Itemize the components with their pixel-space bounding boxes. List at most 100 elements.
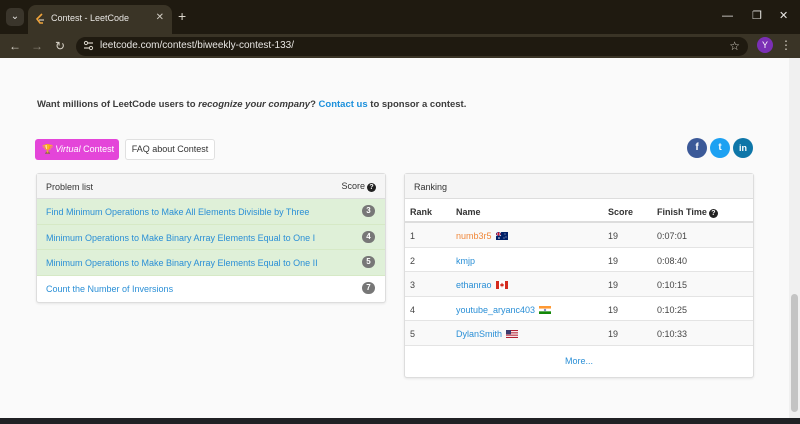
- tab-search-chevron-icon[interactable]: ⌄: [6, 8, 24, 26]
- sponsor-prefix: Want millions of LeetCode users to: [37, 99, 199, 110]
- user-name-cell: youtube_aryanc403: [456, 305, 552, 315]
- url-text: leetcode.com/contest/biweekly-contest-13…: [100, 40, 294, 51]
- sponsor-suffix: to sponsor a contest.: [367, 99, 467, 110]
- scrollbar-thumb[interactable]: [791, 294, 798, 412]
- problem-row[interactable]: Count the Number of Inversions 7: [37, 276, 385, 302]
- user-link[interactable]: kmjp: [456, 256, 475, 266]
- finish-time-cell: 0:10:15: [657, 280, 688, 290]
- site-info-icon[interactable]: [83, 40, 94, 52]
- restore-icon[interactable]: ❐: [752, 8, 762, 24]
- ranking-title: Ranking: [414, 182, 448, 192]
- rank-column-header: Rank: [410, 207, 433, 217]
- user-name-cell: ethanrao: [456, 280, 508, 290]
- tab-title: Contest - LeetCode: [51, 13, 130, 23]
- finish-time-cell: 0:08:40: [657, 255, 688, 266]
- problem-link[interactable]: Find Minimum Operations to Make All Elem…: [46, 207, 309, 217]
- finish-time-cell: 0:07:01: [657, 231, 688, 241]
- tab-close-icon[interactable]: ✕: [156, 12, 164, 23]
- sponsor-emphasis: recognize your company: [198, 99, 311, 110]
- browser-menu-icon[interactable]: ⋮: [780, 36, 792, 54]
- forward-icon[interactable]: →: [28, 37, 46, 55]
- ranking-row: 4 youtube_aryanc403 19 0:10:25: [405, 297, 753, 321]
- ranking-table-header: Rank Name Score Finish Time?: [405, 199, 753, 223]
- problem-row[interactable]: Find Minimum Operations to Make All Elem…: [37, 199, 385, 225]
- minimize-icon[interactable]: —: [722, 8, 733, 24]
- address-bar[interactable]: leetcode.com/contest/biweekly-contest-13…: [76, 37, 748, 56]
- problem-link[interactable]: Count the Number of Inversions: [46, 284, 173, 294]
- faq-about-contest-button[interactable]: FAQ about Contest: [125, 139, 215, 160]
- user-name-cell: DylanSmith: [456, 329, 519, 339]
- user-link[interactable]: numb3r5: [456, 231, 492, 241]
- problem-score-badge: 7: [362, 281, 375, 294]
- rank-cell: 4: [410, 304, 416, 315]
- problem-row[interactable]: Minimum Operations to Make Binary Array …: [37, 250, 385, 276]
- ranking-panel: Ranking Rank Name Score Finish Time? 1 n…: [404, 173, 754, 378]
- india-flag-icon: [539, 305, 552, 314]
- facebook-icon[interactable]: f: [687, 138, 707, 158]
- finish-time-column-header: Finish Time?: [657, 207, 718, 218]
- tab-strip: ⌄ Contest - LeetCode ✕ + — ❐ ✕: [0, 0, 800, 34]
- problem-list-title: Problem list: [46, 182, 94, 192]
- virtual-contest-button[interactable]: 🏆 Virtual Contest: [35, 139, 119, 160]
- score-column-header: Score: [608, 207, 634, 217]
- more-rankings-link[interactable]: More...: [405, 356, 753, 366]
- profile-avatar[interactable]: Y: [757, 37, 773, 53]
- problem-link[interactable]: Minimum Operations to Make Binary Array …: [46, 258, 318, 268]
- problem-score-badge: 3: [362, 205, 375, 217]
- ranking-row: 3 ethanrao 19 0:10:15: [405, 272, 753, 297]
- user-name-cell: numb3r5: [456, 231, 508, 241]
- contest-label: Contest: [80, 144, 115, 154]
- sponsor-message: Want millions of LeetCode users to recog…: [37, 99, 466, 110]
- ranking-row: 5 DylanSmith 19 0:10:33: [405, 321, 753, 346]
- problem-score-badge: 4: [362, 230, 375, 243]
- ranking-row: 2 kmjp 19 0:08:40: [405, 248, 753, 272]
- page-content: Want millions of LeetCode users to recog…: [0, 58, 789, 418]
- trophy-icon: 🏆: [42, 144, 54, 154]
- rank-cell: 2: [410, 255, 416, 266]
- score-cell: 19: [608, 304, 619, 315]
- score-help-icon[interactable]: ?: [367, 183, 376, 192]
- window-close-icon[interactable]: ✕: [779, 8, 788, 24]
- browser-toolbar: ← → ↻ leetcode.com/contest/biweekly-cont…: [0, 34, 800, 58]
- user-link[interactable]: ethanrao: [456, 280, 492, 290]
- problem-score-badge: 5: [362, 256, 375, 268]
- ranking-row: 1 numb3r5 19 0:07:01: [405, 223, 753, 248]
- rank-cell: 5: [410, 329, 416, 339]
- tab-contest-leetcode[interactable]: Contest - LeetCode ✕: [28, 5, 172, 34]
- virtual-label: Virtual: [55, 144, 81, 154]
- window-bottom-edge: [0, 418, 800, 424]
- user-link[interactable]: youtube_aryanc403: [456, 305, 535, 315]
- problem-list-panel: Problem list Score? Find Minimum Operati…: [36, 173, 386, 303]
- page-scrollbar[interactable]: [789, 58, 800, 418]
- new-tab-icon[interactable]: +: [178, 8, 186, 24]
- linkedin-icon[interactable]: in: [733, 138, 753, 158]
- problem-row[interactable]: Minimum Operations to Make Binary Array …: [37, 224, 385, 250]
- user-link[interactable]: DylanSmith: [456, 329, 502, 339]
- user-name-cell: kmjp: [456, 256, 475, 266]
- finish-time-cell: 0:10:25: [657, 304, 688, 315]
- back-icon[interactable]: ←: [6, 37, 24, 55]
- sponsor-middle: ?: [310, 99, 319, 110]
- score-cell: 19: [608, 231, 619, 241]
- rank-cell: 1: [410, 231, 416, 241]
- usa-flag-icon: [506, 330, 519, 338]
- score-header: Score?: [341, 181, 376, 192]
- problem-list-header: Problem list Score?: [37, 174, 385, 199]
- finish-time-help-icon[interactable]: ?: [708, 209, 718, 218]
- finish-time-label: Finish Time: [657, 207, 707, 217]
- canada-flag-icon: [495, 281, 508, 289]
- rank-cell: 3: [410, 280, 416, 290]
- score-cell: 19: [608, 329, 619, 339]
- bookmark-star-icon[interactable]: ☆: [729, 39, 740, 53]
- twitter-icon[interactable]: t: [710, 138, 730, 158]
- ranking-header: Ranking: [405, 174, 753, 199]
- reload-icon[interactable]: ↻: [51, 37, 69, 55]
- problem-link[interactable]: Minimum Operations to Make Binary Array …: [46, 233, 315, 243]
- contact-us-link[interactable]: Contact us: [319, 99, 368, 110]
- score-cell: 19: [608, 280, 619, 290]
- score-header-label: Score: [341, 181, 365, 191]
- leetcode-favicon-icon: [35, 13, 44, 24]
- finish-time-cell: 0:10:33: [657, 329, 688, 339]
- australia-flag-icon: [495, 232, 508, 240]
- name-column-header: Name: [456, 207, 481, 217]
